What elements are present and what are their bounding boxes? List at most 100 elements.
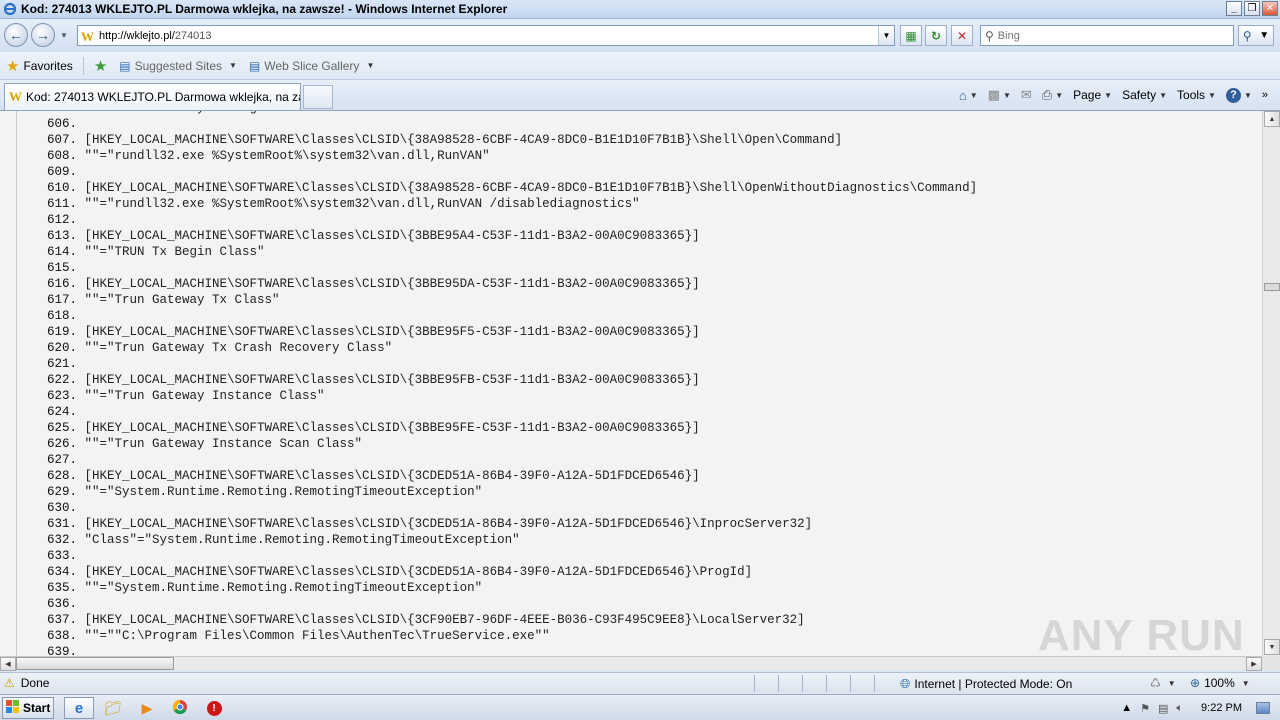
print-button[interactable]: ⎙ ▼ [1038,84,1067,106]
chevron-down-icon: ▼ [366,61,375,70]
chevron-right-icon: » [1261,89,1268,101]
line-text: ""="Trun Gateway Tx Class" [84,293,280,307]
chevron-down-icon: ▼ [229,61,237,70]
address-url[interactable]: http://wklejto.pl/274013 [99,30,212,42]
action-center-flag-icon[interactable]: ⚑ [1140,702,1150,715]
forward-arrow-icon: → [36,27,50,43]
zoom-button[interactable]: ⊕ 100% ▼ [1190,676,1250,690]
printer-icon: ⎙ [1041,87,1053,102]
code-line: 627. [17,452,977,468]
horizontal-scroll-thumb[interactable] [16,657,174,670]
volume-icon[interactable]: 🔈︎ [1176,702,1183,715]
address-dropdown-button[interactable]: ▼ [878,26,894,45]
security-zone[interactable]: 🌐︎ Internet | Protected Mode: On [900,676,1072,692]
web-slice-gallery-button[interactable]: ▤ Web Slice Gallery ▼ [243,55,380,77]
search-button[interactable]: ⚲ ▼ [1238,25,1274,46]
chevron-down-icon: ▼ [1243,90,1252,100]
taskbar-ie[interactable]: e [64,697,94,719]
more-commands-button[interactable]: » [1258,84,1272,106]
start-button[interactable]: Start [2,697,54,719]
code-line: 618. [17,308,977,324]
vertical-scroll-thumb[interactable] [1264,283,1280,291]
clock[interactable]: 9:22 PM [1201,702,1242,714]
show-hidden-icons-icon[interactable]: ▲ [1121,702,1132,714]
vertical-scrollbar[interactable]: ▲ ▼ [1262,111,1280,657]
taskbar-security-app[interactable]: ! [199,697,229,719]
close-button[interactable]: ✕ [1262,1,1278,16]
line-text: ""="System.Runtime.Remoting.RemotingTime… [84,485,483,499]
line-text: ""=""C:\Program Files\Common Files\Authe… [84,629,550,643]
code-line: 617. ""="Trun Gateway Tx Class" [17,292,977,308]
line-number: 611. [46,197,77,211]
line-number: 631. [46,517,77,531]
lock-icon: ♺ [1150,676,1161,690]
web-slice-icon: ▤ [248,58,261,73]
new-tab-button[interactable] [303,85,333,109]
line-number: 612. [46,213,77,227]
security-app-icon: ! [206,700,222,716]
chevron-down-icon: ▼ [1002,90,1011,100]
add-to-favorites-bar-button[interactable]: ★ [88,55,113,77]
safety-menu[interactable]: Safety ▼ [1118,84,1171,106]
scroll-left-button[interactable]: ◀ [0,657,16,671]
refresh-button[interactable]: ↻ [925,25,947,46]
help-button[interactable]: ? ▼ [1222,84,1256,106]
scroll-up-button[interactable]: ▲ [1264,111,1280,127]
line-text: ""="TRUN Tx Begin Class" [84,245,265,259]
command-bar: ⌂ ▼ ▩ ▼ ✉ ⎙ ▼ Page ▼ Safety ▼ Tools ▼ ? ▼ » [955,84,1272,106]
search-icon: ⚲ [1242,28,1252,43]
scroll-down-button[interactable]: ▼ [1264,639,1280,655]
code-line: 614. ""="TRUN Tx Begin Class" [17,244,977,260]
taskbar-media-player[interactable]: ▶ [132,697,162,719]
maximize-button[interactable]: ❒ [1244,1,1260,16]
tools-menu[interactable]: Tools ▼ [1173,84,1220,106]
line-number: 606. [46,117,77,131]
show-desktop-icon[interactable] [1256,702,1270,714]
add-favorite-icon: ★ [93,57,108,75]
code-line: 612. [17,212,977,228]
network-icon[interactable]: ▤ [1158,702,1168,715]
code-line: 630. [17,500,977,516]
home-button[interactable]: ⌂ ▼ [955,84,982,106]
line-number: 625. [46,421,77,435]
refresh-icon: ↻ [930,28,942,43]
address-bar[interactable]: W http://wklejto.pl/274013 ▼ [77,25,895,46]
home-icon: ⌂ [958,87,967,103]
page-menu[interactable]: Page ▼ [1069,84,1116,106]
chevron-down-icon: ▼ [1104,90,1113,100]
compatibility-view-button[interactable]: ▦ [900,25,922,46]
protected-mode-button[interactable]: ♺ ▼ [1150,676,1176,690]
tab-active[interactable]: W Kod: 274013 WKLEJTO.PL Darmowa wklejka… [4,83,301,110]
line-text: ""="Trun Gateway Instance Scan Class" [84,437,363,451]
search-provider-icon: ⚲ [985,28,994,43]
read-mail-button[interactable]: ✉ [1017,84,1036,106]
feeds-button[interactable]: ▩ ▼ [984,84,1015,106]
code-line: 619. [HKEY_LOCAL_MACHINE\SOFTWARE\Classe… [17,324,977,340]
line-text: [HKEY_LOCAL_MACHINE\SOFTWARE\Classes\CLS… [84,277,700,291]
minimize-button[interactable]: _ [1226,1,1242,16]
line-text: [HKEY_LOCAL_MACHINE\SOFTWARE\Classes\CLS… [84,373,700,387]
taskbar-explorer[interactable]: 📁︎ [98,697,128,719]
scroll-right-button[interactable]: ▶ [1246,657,1262,671]
horizontal-scrollbar[interactable]: ◀ ▶ [0,656,1262,671]
code-line: 624. [17,404,977,420]
line-number: 628. [46,469,77,483]
scrollbar-corner [1262,656,1280,670]
code-view: 605. ""="Trun Gateway Tx Begin Class"606… [16,111,1260,657]
forward-button[interactable]: → [31,23,55,47]
favorites-button[interactable]: ★ Favorites [0,55,79,77]
taskbar-chrome[interactable] [165,697,195,719]
search-options-dropdown[interactable]: ▼ [1259,30,1269,41]
mail-icon: ✉ [1020,87,1032,102]
line-number: 630. [46,501,77,515]
search-input[interactable] [997,29,1218,42]
suggested-sites-button[interactable]: ▤ Suggested Sites ▼ [113,55,243,77]
stop-button[interactable]: ✕ [951,25,973,46]
code-line: 636. [17,596,977,612]
line-number: 624. [46,405,77,419]
line-number: 627. [46,453,77,467]
window-title: Kod: 274013 WKLEJTO.PL Darmowa wklejka, … [21,2,508,16]
recent-pages-dropdown[interactable]: ▼ [60,31,68,40]
search-box[interactable]: ⚲ [980,25,1234,46]
back-button[interactable]: ← [4,23,28,47]
